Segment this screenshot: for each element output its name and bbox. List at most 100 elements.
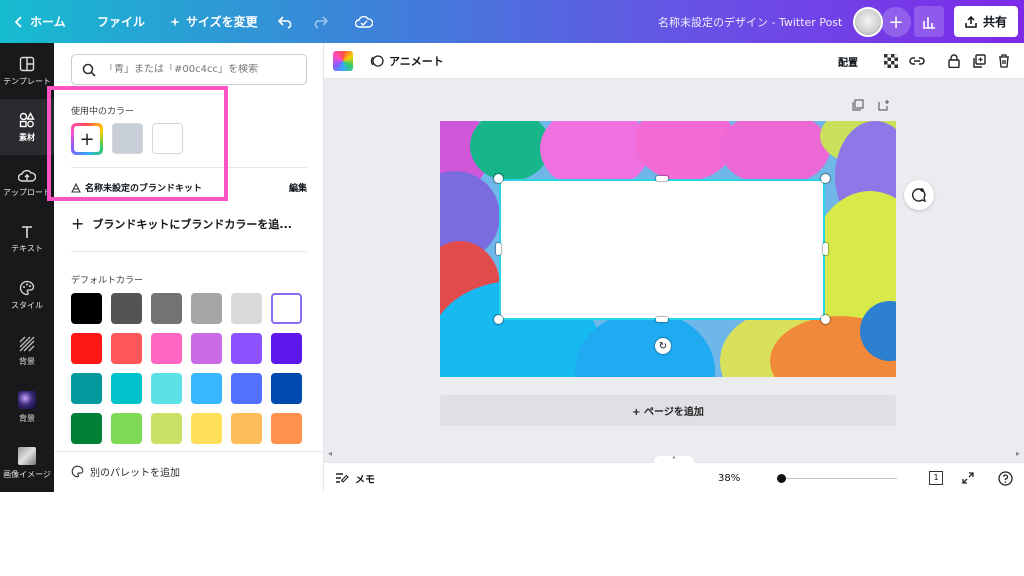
add-brand-color-button[interactable]: + ブランドキットにブランドカラーを追... bbox=[71, 214, 292, 233]
default-color-swatch[interactable] bbox=[71, 413, 102, 444]
rail-item-text[interactable]: テキスト bbox=[0, 211, 54, 267]
default-color-swatch[interactable] bbox=[271, 333, 302, 364]
rail-item-uploads[interactable]: アップロード bbox=[0, 155, 54, 211]
redo-button[interactable] bbox=[312, 0, 328, 43]
rail-label: 素材 bbox=[19, 132, 35, 142]
notes-label: メモ bbox=[355, 474, 375, 486]
divider bbox=[71, 251, 307, 252]
resize-label: サイズを変更 bbox=[186, 15, 258, 29]
color-search-input[interactable] bbox=[104, 64, 294, 75]
cloud-check-icon bbox=[355, 15, 373, 28]
default-color-swatch[interactable] bbox=[111, 373, 142, 404]
default-color-swatch[interactable] bbox=[231, 333, 262, 364]
divider bbox=[54, 451, 324, 452]
rail-item-styles[interactable]: スタイル bbox=[0, 267, 54, 323]
default-color-swatch[interactable] bbox=[231, 413, 262, 444]
help-button[interactable] bbox=[998, 463, 1013, 493]
default-color-swatch[interactable] bbox=[111, 413, 142, 444]
selected-element[interactable] bbox=[499, 179, 825, 320]
color-search[interactable] bbox=[71, 54, 307, 85]
in-use-swatch[interactable] bbox=[152, 123, 183, 154]
zoom-slider-knob[interactable] bbox=[777, 474, 786, 483]
page-count-button[interactable]: 1 bbox=[929, 463, 943, 493]
rail-label: テキスト bbox=[11, 243, 43, 253]
file-label: ファイル bbox=[97, 15, 146, 29]
share-button[interactable]: 共有 bbox=[954, 6, 1018, 37]
notes-button[interactable]: メモ bbox=[335, 463, 375, 493]
default-color-swatch[interactable] bbox=[271, 373, 302, 404]
in-use-swatch[interactable] bbox=[112, 123, 143, 154]
resize-handle[interactable] bbox=[656, 176, 668, 181]
chevron-up-icon: ˄ bbox=[672, 456, 676, 465]
in-use-colors-title: 使用中のカラー bbox=[71, 107, 135, 117]
duplicate-page-icon[interactable] bbox=[852, 99, 864, 111]
link-button[interactable] bbox=[909, 43, 925, 79]
position-button[interactable]: 配置 bbox=[838, 43, 858, 79]
fullscreen-button[interactable] bbox=[962, 463, 974, 493]
brandkit-row: 名称未設定のブランドキット 編集 bbox=[71, 181, 307, 194]
add-page-icon[interactable] bbox=[878, 99, 890, 111]
default-color-swatch[interactable] bbox=[71, 293, 102, 324]
file-menu[interactable]: ファイル bbox=[97, 0, 145, 43]
document-title[interactable]: 名称未設定のデザイン - Twitter Post bbox=[658, 0, 842, 43]
transparency-button[interactable] bbox=[884, 43, 898, 79]
page-count: 1 bbox=[929, 471, 943, 485]
scroll-left-icon[interactable]: ◂ bbox=[328, 449, 332, 458]
resize-handle[interactable] bbox=[494, 174, 503, 183]
rail-item-templates[interactable]: テンプレート bbox=[0, 43, 54, 99]
rail-item-background[interactable]: 背景 bbox=[0, 323, 54, 379]
resize-handle[interactable] bbox=[821, 315, 830, 324]
collapse-tab[interactable]: ˄ bbox=[654, 456, 694, 465]
cloud-save-button[interactable] bbox=[355, 0, 373, 43]
canvas-area: アニメート 配置 ↻ + ページを追加 ◂ ▸ ˄ メモ 38% 1 bbox=[324, 43, 1024, 492]
default-color-swatch[interactable] bbox=[191, 373, 222, 404]
default-color-swatch[interactable] bbox=[231, 293, 262, 324]
add-page-button[interactable]: + ページを追加 bbox=[440, 395, 896, 426]
text-icon bbox=[22, 225, 32, 238]
default-color-swatch[interactable] bbox=[151, 373, 182, 404]
scroll-right-icon[interactable]: ▸ bbox=[1016, 449, 1020, 458]
default-color-swatch[interactable] bbox=[71, 333, 102, 364]
default-color-swatch[interactable] bbox=[191, 333, 222, 364]
default-color-swatch[interactable] bbox=[271, 293, 302, 324]
rotate-handle[interactable]: ↻ bbox=[655, 338, 671, 354]
default-color-swatch[interactable] bbox=[271, 413, 302, 444]
rail-item-background-image[interactable]: 背景 bbox=[0, 379, 54, 435]
default-color-swatch[interactable] bbox=[151, 293, 182, 324]
zoom-slider[interactable] bbox=[782, 478, 897, 479]
add-color-button[interactable]: + bbox=[71, 123, 103, 155]
resize-handle[interactable] bbox=[494, 315, 503, 324]
default-color-swatch[interactable] bbox=[191, 293, 222, 324]
delete-button[interactable] bbox=[998, 43, 1010, 79]
resize-handle[interactable] bbox=[656, 317, 668, 322]
comment-button[interactable] bbox=[904, 180, 934, 210]
help-icon bbox=[998, 470, 1013, 486]
duplicate-button[interactable] bbox=[972, 43, 986, 79]
insights-button[interactable] bbox=[914, 6, 944, 37]
add-member-button[interactable]: + bbox=[881, 7, 911, 37]
resize-button[interactable]: サイズを変更 bbox=[170, 0, 258, 43]
zoom-value[interactable]: 38% bbox=[718, 463, 740, 493]
resize-handle[interactable] bbox=[821, 174, 830, 183]
text-color-button[interactable] bbox=[333, 43, 353, 79]
rail-item-images[interactable]: 画像イメージ bbox=[0, 435, 54, 491]
sparkle-icon bbox=[170, 16, 180, 27]
default-color-swatch[interactable] bbox=[151, 333, 182, 364]
add-palette-button[interactable]: 別のパレットを追加 bbox=[71, 464, 180, 479]
default-color-swatch[interactable] bbox=[151, 413, 182, 444]
lock-button[interactable] bbox=[948, 43, 960, 79]
resize-handle[interactable] bbox=[496, 243, 501, 255]
default-color-swatch[interactable] bbox=[111, 333, 142, 364]
default-color-swatch[interactable] bbox=[231, 373, 262, 404]
undo-button[interactable] bbox=[278, 0, 294, 43]
default-color-swatch[interactable] bbox=[71, 373, 102, 404]
default-color-swatch[interactable] bbox=[111, 293, 142, 324]
rail-item-elements[interactable]: 素材 bbox=[0, 99, 54, 155]
resize-handle[interactable] bbox=[823, 243, 828, 255]
home-button[interactable]: ホーム bbox=[14, 0, 66, 43]
avatar[interactable] bbox=[853, 7, 883, 37]
edit-link[interactable]: 編集 bbox=[289, 181, 307, 194]
animate-button[interactable]: アニメート bbox=[370, 43, 444, 79]
rail-label: 画像イメージ bbox=[3, 469, 51, 479]
default-color-swatch[interactable] bbox=[191, 413, 222, 444]
